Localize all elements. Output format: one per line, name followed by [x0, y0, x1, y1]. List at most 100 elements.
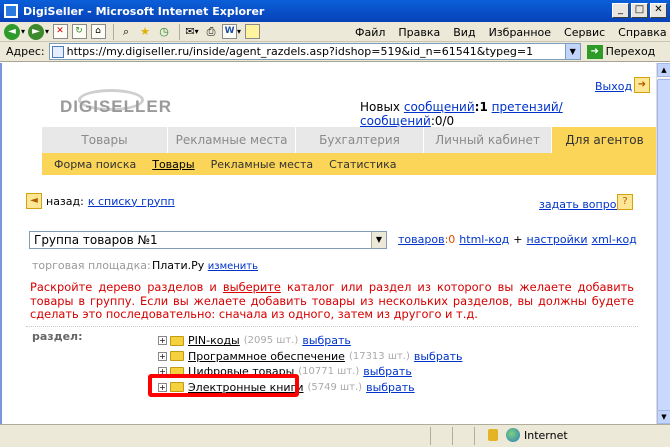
tree-item-count: (17313 шт.) — [348, 350, 410, 362]
main-tabs: Товары Рекламные места Бухгалтерия Личны… — [42, 127, 656, 153]
tab-accounting[interactable]: Бухгалтерия — [296, 127, 424, 153]
exit-link[interactable]: Выход — [595, 80, 632, 93]
subnav-products[interactable]: Товары — [152, 158, 194, 171]
tree-item-name[interactable]: PIN-коды — [188, 334, 240, 347]
search-button[interactable]: ⌕ — [118, 24, 134, 40]
tree-item-select-link[interactable]: выбрать — [302, 334, 351, 347]
address-bar: Адрес: https://my.digiseller.ru/inside/a… — [0, 42, 670, 62]
page-content: DIGISELLER Выход ➜ Новых сообщений:1 пре… — [0, 63, 656, 424]
claims-count: :0/0 — [430, 114, 455, 128]
tab-agents[interactable]: Для агентов — [552, 127, 656, 153]
back-to-groups-link[interactable]: к списку групп — [88, 195, 175, 208]
stop-button[interactable]: ✕ — [52, 24, 68, 40]
back-icon[interactable]: ◄ — [26, 193, 42, 209]
group-selected-value: Группа товаров №1 — [34, 233, 158, 247]
chevron-down-icon[interactable]: ▼ — [371, 232, 386, 248]
settings-link[interactable]: настройки — [527, 233, 588, 246]
lock-icon — [488, 429, 498, 441]
subnav-ad-places[interactable]: Рекламные места — [211, 158, 314, 171]
history-button[interactable]: ◷ — [156, 24, 172, 40]
scroll-thumb[interactable] — [657, 79, 670, 419]
tree-item-software: + Программное обеспечение (17313 шт.) вы… — [158, 349, 462, 365]
address-dropdown-icon[interactable]: ▼ — [564, 44, 580, 59]
scroll-down-icon[interactable]: ▼ — [657, 410, 670, 424]
status-separator — [430, 427, 431, 445]
history-icon: ◷ — [159, 25, 169, 38]
menu-edit[interactable]: Правка — [398, 26, 440, 39]
go-label: Переход — [605, 45, 656, 58]
refresh-button[interactable]: ↻ — [71, 24, 87, 40]
mail-button[interactable]: ✉ ▾ — [184, 24, 200, 40]
toolbar-separator — [113, 23, 115, 40]
favorites-button[interactable]: ★ — [137, 24, 153, 40]
digiseller-logo[interactable]: DIGISELLER — [58, 83, 171, 123]
note-icon — [244, 24, 260, 39]
tab-ad-places[interactable]: Рекламные места — [168, 127, 296, 153]
instructions-text: Раскройте дерево разделов и выберите кат… — [30, 280, 634, 321]
goods-link[interactable]: товаров — [398, 233, 445, 246]
subnav-statistics[interactable]: Статистика — [329, 158, 396, 171]
highlight-box — [148, 374, 299, 397]
expand-icon[interactable]: + — [158, 336, 167, 346]
tab-products[interactable]: Товары — [42, 127, 168, 153]
tree-item-select-link[interactable]: выбрать — [414, 350, 463, 363]
security-zone: Internet — [488, 428, 568, 442]
messages-count: :1 — [474, 100, 488, 114]
page-icon — [51, 45, 64, 58]
status-separator — [474, 427, 475, 445]
messages-link[interactable]: сообщений — [404, 100, 475, 114]
forward-button[interactable]: ► ▾ — [28, 23, 49, 40]
minimize-button[interactable]: _ — [612, 3, 629, 18]
go-arrow-icon: ➜ — [586, 44, 603, 59]
maximize-button[interactable]: □ — [631, 3, 648, 18]
refresh-icon: ↻ — [71, 24, 87, 39]
discuss-button[interactable] — [244, 24, 260, 40]
close-button[interactable]: ✕ — [650, 3, 667, 18]
menu-tools[interactable]: Сервис — [564, 26, 605, 39]
menu-view[interactable]: Вид — [453, 26, 475, 39]
tree-item-pin: + PIN-коды (2095 шт.) выбрать — [158, 333, 462, 349]
expand-icon[interactable]: + — [158, 351, 167, 361]
back-arrow-icon: ◄ — [4, 23, 20, 40]
xml-code-link[interactable]: xml-код — [592, 233, 637, 246]
forward-arrow-icon: ► — [28, 23, 45, 40]
home-icon: ⌂ — [90, 24, 106, 39]
window-titlebar: DigiSeller - Microsoft Internet Explorer… — [0, 0, 670, 22]
address-input[interactable]: https://my.digiseller.ru/inside/agent_ra… — [48, 43, 581, 60]
question-icon[interactable]: ? — [617, 194, 633, 210]
zone-label: Internet — [524, 428, 568, 442]
go-button[interactable]: ➜ Переход — [586, 44, 656, 59]
home-button[interactable]: ⌂ — [90, 24, 106, 40]
back-button[interactable]: ◄ ▾ — [4, 23, 25, 40]
window-controls: _ □ ✕ — [612, 3, 667, 18]
scroll-up-icon[interactable]: ▲ — [657, 63, 670, 77]
subnav-search-form[interactable]: Форма поиска — [54, 158, 136, 171]
search-icon: ⌕ — [122, 24, 130, 38]
group-links: товаров:0 html-код + настройки xml-код — [398, 233, 637, 246]
menu-bar: Файл Правка Вид Избранное Сервис Справка — [355, 22, 667, 42]
tree-item-select-link[interactable]: выбрать — [363, 365, 412, 378]
menu-file[interactable]: Файл — [355, 26, 385, 39]
divider — [26, 326, 638, 327]
tree-item-select-link[interactable]: выбрать — [366, 381, 415, 394]
change-marketplace-link[interactable]: изменить — [208, 261, 258, 272]
word-icon: W — [222, 24, 238, 39]
html-code-link[interactable]: html-код — [459, 233, 509, 246]
ask-question-link[interactable]: задать вопрос — [539, 198, 623, 211]
menu-help[interactable]: Справка — [618, 26, 666, 39]
print-button[interactable]: ⎙ — [203, 24, 219, 40]
marketplace-value-row: Плати.Ру изменить — [152, 259, 258, 272]
printer-icon: ⎙ — [206, 24, 216, 38]
messages-prefix: Новых — [360, 100, 401, 114]
folder-icon — [170, 335, 184, 346]
exit-icon[interactable]: ➜ — [634, 77, 650, 93]
status-separator — [452, 427, 453, 445]
edit-button[interactable]: W ▾ — [222, 24, 241, 40]
vertical-scrollbar[interactable]: ▲ ▼ — [656, 63, 670, 424]
tree-item-name[interactable]: Программное обеспечение — [188, 350, 345, 363]
tree-item-count: (10771 шт.) — [298, 366, 360, 378]
tab-cabinet[interactable]: Личный кабинет — [424, 127, 552, 153]
menu-favorites[interactable]: Избранное — [489, 26, 551, 39]
group-select[interactable]: Группа товаров №1 ▼ — [29, 231, 387, 249]
messages-line: Новых сообщений:1 претензий/сообщений:0/… — [360, 100, 656, 128]
